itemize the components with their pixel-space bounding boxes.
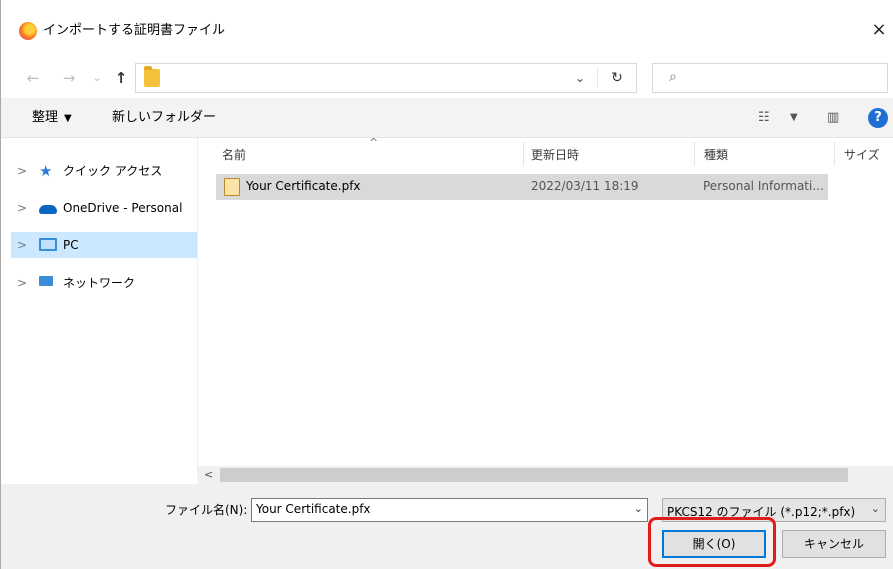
new-folder-button[interactable]: 新しいフォルダー [112,108,216,128]
filter-dropdown-icon[interactable]: ⌄ [871,502,880,515]
address-separator [597,68,598,88]
organize-caret-icon: ▼ [64,113,72,124]
sidebar-item-label: クイック アクセス [63,164,163,178]
sidebar-item-label: PC [63,238,79,252]
scrollbar-thumb[interactable] [220,468,848,482]
dialog-title: インポートする証明書ファイル [43,23,226,38]
open-button[interactable]: 開く(O) [662,530,766,558]
navigation-bar: ← → ⌄ ↑ ⌄ ↻ ⌕ [1,58,893,98]
star-icon: ★ [39,162,53,180]
expand-chevron-icon[interactable]: > [17,270,27,296]
preview-pane-icon[interactable]: ▥ [827,110,839,126]
sidebar-item-quick-access[interactable]: > ★ クイック アクセス [11,158,197,184]
forward-arrow-icon[interactable]: → [59,68,79,88]
view-options-icon[interactable]: ☷ [758,110,770,126]
column-divider[interactable] [834,142,835,166]
file-open-dialog: インポートする証明書ファイル × ← → ⌄ ↑ ⌄ ↻ ⌕ 整理 ▼ 新しいフォ… [0,0,893,569]
scroll-left-arrow-icon[interactable]: < [204,468,216,482]
expand-chevron-icon[interactable]: > [17,158,27,184]
column-header-size[interactable]: サイズ [844,146,880,163]
column-header-date[interactable]: 更新日時 [531,146,579,163]
file-name-input[interactable]: Your Certificate.pfx ⌄ [251,498,648,522]
sidebar-item-label: OneDrive - Personal [63,201,183,215]
address-dropdown-icon[interactable]: ⌄ [572,70,588,86]
search-icon: ⌕ [669,69,677,85]
column-header-name[interactable]: 名前 [222,146,246,163]
command-toolbar: 整理 ▼ 新しいフォルダー ☷ ▼ ▥ ? [1,98,893,138]
address-bar[interactable]: ⌄ ↻ [135,63,637,93]
sidebar-item-network[interactable]: > ネットワーク [11,270,197,296]
sidebar-item-label: ネットワーク [63,276,136,290]
organize-button[interactable]: 整理 ▼ [32,108,72,129]
file-type-filter-value: PKCS12 のファイル (*.p12;*.pfx) [667,505,856,519]
file-type-filter-select[interactable]: PKCS12 のファイル (*.p12;*.pfx) ⌄ [662,498,886,522]
file-name-label: ファイル名(N): [165,503,248,517]
expand-chevron-icon[interactable]: > [17,195,27,221]
view-options-caret-icon[interactable]: ▼ [790,110,798,126]
file-type: Personal Informati... [703,179,824,193]
firefox-icon [19,22,37,40]
pc-icon [39,238,57,251]
recent-locations-dropdown[interactable]: ⌄ [87,68,107,88]
navigation-pane: > ★ クイック アクセス > OneDrive - Personal > PC… [1,138,198,478]
file-name-value: Your Certificate.pfx [256,502,371,516]
refresh-icon[interactable]: ↻ [608,69,626,87]
column-divider[interactable] [523,142,524,166]
file-list-header: ^ 名前 更新日時 種類 サイズ [198,136,893,170]
cloud-icon [39,205,57,214]
horizontal-scrollbar[interactable]: < [198,466,893,484]
file-name-dropdown-icon[interactable]: ⌄ [634,502,643,515]
search-box[interactable]: ⌕ [652,63,888,93]
back-arrow-icon[interactable]: ← [23,68,43,88]
sidebar-item-onedrive[interactable]: > OneDrive - Personal [11,195,197,221]
sidebar-item-pc[interactable]: > PC [11,232,197,258]
sort-ascending-icon: ^ [369,136,379,149]
help-icon[interactable]: ? [868,108,888,128]
folder-icon [144,66,160,87]
expand-chevron-icon[interactable]: > [17,232,27,258]
close-button[interactable]: × [866,18,892,42]
up-arrow-icon[interactable]: ↑ [111,68,131,88]
file-modified-date: 2022/03/11 18:19 [531,179,639,193]
column-header-type[interactable]: 種類 [704,146,728,163]
certificate-file-icon [224,178,240,196]
organize-label: 整理 [32,110,59,125]
column-divider[interactable] [694,142,695,166]
dialog-footer: ファイル名(N): Your Certificate.pfx ⌄ PKCS12 … [1,484,893,569]
file-name: Your Certificate.pfx [246,179,361,193]
cancel-button[interactable]: キャンセル [782,530,886,558]
network-icon [39,276,53,286]
title-bar: インポートする証明書ファイル × [1,0,893,58]
file-row[interactable]: Your Certificate.pfx 2022/03/11 18:19 Pe… [216,174,828,200]
